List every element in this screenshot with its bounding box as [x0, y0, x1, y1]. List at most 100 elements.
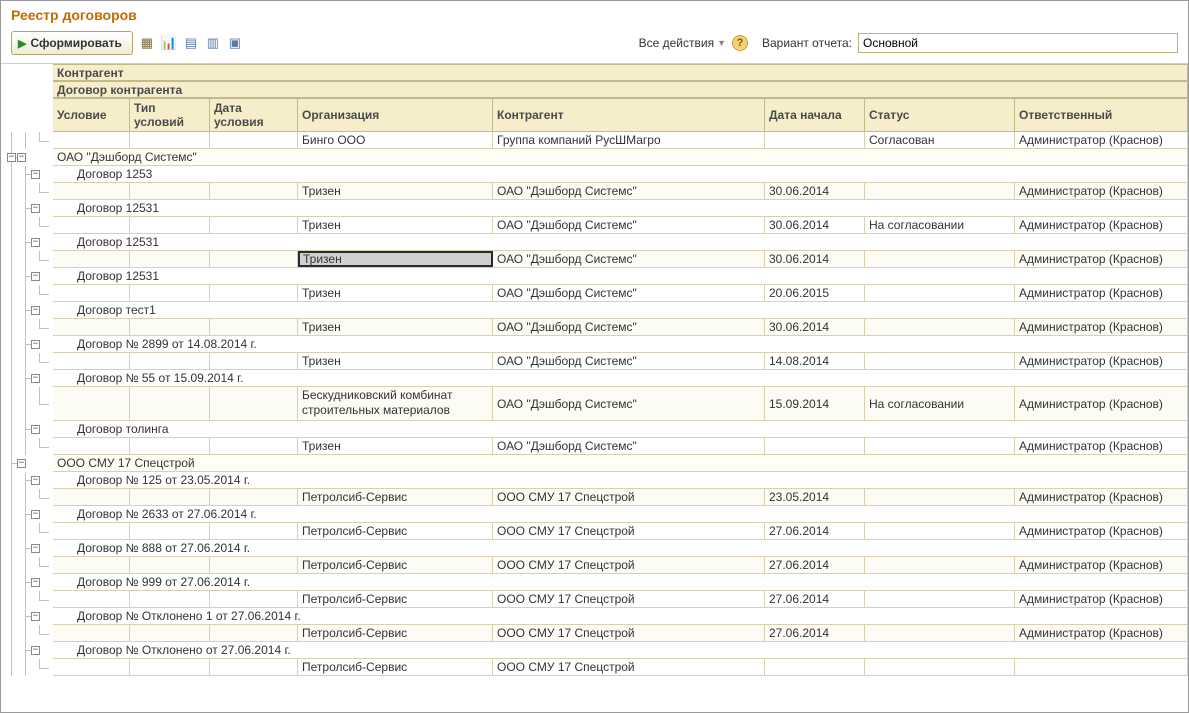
expand-toggle[interactable]: −	[31, 374, 40, 383]
cell-start-date[interactable]: 27.06.2014	[765, 523, 865, 539]
cell-status[interactable]	[865, 625, 1015, 641]
expand-toggle[interactable]: −	[31, 510, 40, 519]
cell-start-date[interactable]	[765, 659, 865, 675]
data-row[interactable]: Бескудниковский комбинат строительных ма…	[53, 387, 1188, 421]
cell-organization[interactable]: Петролсиб-Сервис	[298, 659, 493, 675]
cell[interactable]	[53, 285, 130, 301]
cell-status[interactable]	[865, 251, 1015, 267]
cell[interactable]	[53, 489, 130, 505]
contract-row[interactable]: Договор 1253	[53, 166, 1188, 183]
expand-toggle[interactable]: −	[31, 425, 40, 434]
cell-organization[interactable]: Петролсиб-Сервис	[298, 625, 493, 641]
cell-start-date[interactable]	[765, 438, 865, 454]
expand-toggle[interactable]: −	[31, 238, 40, 247]
cell-counterparty[interactable]: ОАО "Дэшборд Системс"	[493, 183, 765, 199]
cell-responsible[interactable]: Администратор (Краснов)	[1015, 438, 1188, 454]
counterparty-group-row[interactable]: ООО СМУ 17 Спецстрой	[53, 455, 1188, 472]
cell-counterparty[interactable]: Группа компаний РусШМагро	[493, 132, 765, 148]
cell-counterparty[interactable]: ОАО "Дэшборд Системс"	[493, 285, 765, 301]
data-row[interactable]: ТризенОАО "Дэшборд Системс"30.06.2014На …	[53, 217, 1188, 234]
contract-row[interactable]: Договор № 55 от 15.09.2014 г.	[53, 370, 1188, 387]
expand-toggle[interactable]: −	[31, 646, 40, 655]
cell-responsible[interactable]: Администратор (Краснов)	[1015, 489, 1188, 505]
cell[interactable]	[210, 183, 298, 199]
expand-toggle[interactable]: −	[31, 306, 40, 315]
cell[interactable]	[130, 183, 210, 199]
cell[interactable]	[130, 387, 210, 420]
cell[interactable]	[130, 489, 210, 505]
cell-status[interactable]	[865, 659, 1015, 675]
cell-organization[interactable]: Петролсиб-Сервис	[298, 557, 493, 573]
cell-start-date[interactable]: 30.06.2014	[765, 319, 865, 335]
cell-start-date[interactable]: 20.06.2015	[765, 285, 865, 301]
expand-toggle[interactable]: −	[17, 153, 26, 162]
cell-organization[interactable]: Тризен	[298, 285, 493, 301]
expand-toggle[interactable]: −	[31, 544, 40, 553]
cell-status[interactable]: Согласован	[865, 132, 1015, 148]
cell-responsible[interactable]	[1015, 659, 1188, 675]
cell[interactable]	[210, 489, 298, 505]
cell-start-date[interactable]: 27.06.2014	[765, 625, 865, 641]
cell[interactable]	[53, 353, 130, 369]
cell[interactable]	[210, 659, 298, 675]
cell-status[interactable]	[865, 523, 1015, 539]
cell[interactable]	[53, 438, 130, 454]
cell-responsible[interactable]: Администратор (Краснов)	[1015, 217, 1188, 233]
cell-status[interactable]	[865, 353, 1015, 369]
cell-status[interactable]: На согласовании	[865, 387, 1015, 420]
cell[interactable]	[210, 523, 298, 539]
cell[interactable]	[53, 557, 130, 573]
table-icon[interactable]: ▦	[139, 35, 155, 51]
expand-toggle[interactable]: −	[31, 612, 40, 621]
expand-toggle[interactable]: −	[7, 153, 16, 162]
cell-counterparty[interactable]: ОАО "Дэшборд Системс"	[493, 353, 765, 369]
contract-row[interactable]: Договор № 888 от 27.06.2014 г.	[53, 540, 1188, 557]
cell-counterparty[interactable]: ОАО "Дэшборд Системс"	[493, 387, 765, 420]
contract-row[interactable]: Договор толинга	[53, 421, 1188, 438]
data-row[interactable]: ТризенОАО "Дэшборд Системс"Администратор…	[53, 438, 1188, 455]
cell-responsible[interactable]: Администратор (Краснов)	[1015, 251, 1188, 267]
cell-organization[interactable]: Тризен	[298, 319, 493, 335]
expand-toggle[interactable]: −	[31, 204, 40, 213]
cell[interactable]	[130, 285, 210, 301]
expand-toggle[interactable]: −	[31, 272, 40, 281]
expand-toggle[interactable]: −	[17, 459, 26, 468]
cell-status[interactable]	[865, 285, 1015, 301]
cell[interactable]	[130, 625, 210, 641]
cell-organization[interactable]: Тризен	[298, 353, 493, 369]
contract-row[interactable]: Договор 12531	[53, 200, 1188, 217]
expand-toggle[interactable]: −	[31, 170, 40, 179]
cell-responsible[interactable]: Администратор (Краснов)	[1015, 591, 1188, 607]
chart-icon[interactable]: 📊	[161, 35, 177, 51]
contract-row[interactable]: Договор № 999 от 27.06.2014 г.	[53, 574, 1188, 591]
data-row[interactable]: Петролсиб-СервисООО СМУ 17 Спецстрой	[53, 659, 1188, 676]
cell-counterparty[interactable]: ООО СМУ 17 Спецстрой	[493, 489, 765, 505]
variant-input[interactable]	[858, 33, 1178, 53]
cell[interactable]	[53, 625, 130, 641]
cell[interactable]	[210, 285, 298, 301]
data-row[interactable]: ТризенОАО "Дэшборд Системс"30.06.2014Адм…	[53, 319, 1188, 336]
cell-counterparty[interactable]: ОАО "Дэшборд Системс"	[493, 217, 765, 233]
cell[interactable]	[210, 625, 298, 641]
cell-responsible[interactable]: Администратор (Краснов)	[1015, 387, 1188, 420]
cell[interactable]	[130, 659, 210, 675]
cell-status[interactable]	[865, 557, 1015, 573]
cell-counterparty[interactable]: ООО СМУ 17 Спецстрой	[493, 625, 765, 641]
cell-organization[interactable]: Петролсиб-Сервис	[298, 591, 493, 607]
cell-organization[interactable]: Тризен	[298, 251, 493, 267]
data-row[interactable]: ТризенОАО "Дэшборд Системс"30.06.2014Адм…	[53, 183, 1188, 200]
expand-toggle[interactable]: −	[31, 578, 40, 587]
data-row[interactable]: Петролсиб-СервисООО СМУ 17 Спецстрой23.0…	[53, 489, 1188, 506]
cell-start-date[interactable]: 30.06.2014	[765, 183, 865, 199]
data-row[interactable]: ТризенОАО "Дэшборд Системс"30.06.2014Адм…	[53, 251, 1188, 268]
cell[interactable]	[210, 353, 298, 369]
cell[interactable]	[210, 557, 298, 573]
counterparty-group-row[interactable]: ОАО "Дэшборд Системс"	[53, 149, 1188, 166]
cell-responsible[interactable]: Администратор (Краснов)	[1015, 285, 1188, 301]
cell-counterparty[interactable]: ООО СМУ 17 Спецстрой	[493, 591, 765, 607]
cell[interactable]	[210, 591, 298, 607]
data-row[interactable]: Бинго ОООГруппа компаний РусШМагроСоглас…	[53, 132, 1188, 149]
cell[interactable]	[53, 319, 130, 335]
cell[interactable]	[53, 659, 130, 675]
data-row[interactable]: ТризенОАО "Дэшборд Системс"20.06.2015 Адм…	[53, 285, 1188, 302]
